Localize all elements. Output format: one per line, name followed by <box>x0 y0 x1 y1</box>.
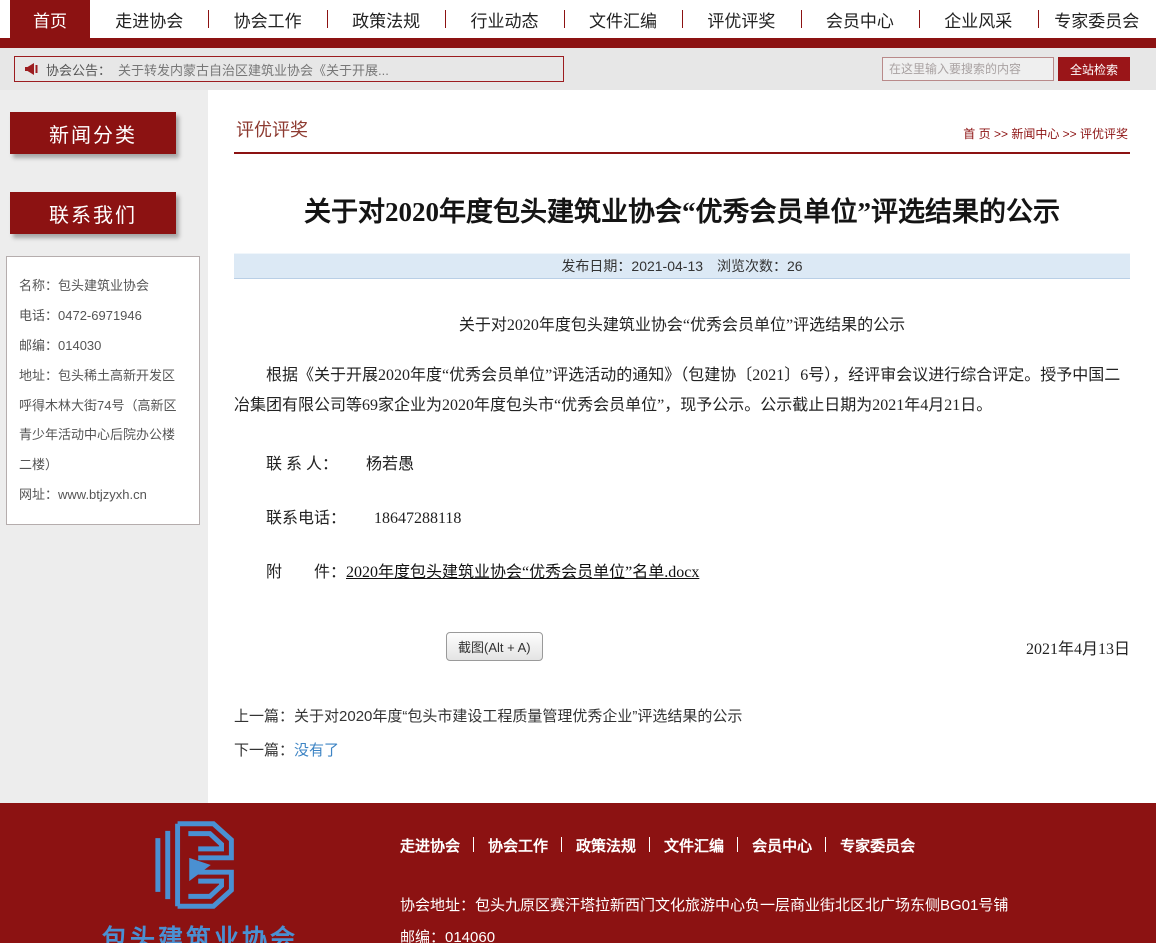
footer-logo-title: 包头建筑业协会 <box>102 919 298 943</box>
nav-item[interactable]: 首页 <box>10 0 90 38</box>
content-panel: 评优评奖 首 页 >> 新闻中心 >> 评优评奖 关于对2020年度包头建筑业协… <box>208 90 1156 803</box>
footer-address: 协会地址：包头九原区赛汗塔拉新西门文化旅游中心负一层商业街北区北广场东侧BG01… <box>400 894 1156 915</box>
footer-zip: 邮编：014060 <box>400 926 1156 943</box>
site-footer: 包头建筑业协会 Baotou Construction Industry Ass… <box>0 803 1156 943</box>
article-subtitle: 关于对2020年度包头建筑业协会“优秀会员单位”评选结果的公示 <box>234 311 1130 335</box>
section-title: 评优评奖 <box>236 116 308 142</box>
footer-link[interactable]: 协会工作 <box>474 835 562 856</box>
footer-links: 走进协会协会工作政策法规文件汇编会员中心专家委员会 <box>400 835 1156 856</box>
sidebar-contact-button[interactable]: 联系我们 <box>10 192 176 234</box>
footer-info: 走进协会协会工作政策法规文件汇编会员中心专家委员会 协会地址：包头九原区赛汗塔拉… <box>400 803 1156 943</box>
sidebar-news-category-button[interactable]: 新闻分类 <box>10 112 176 154</box>
breadcrumb[interactable]: 首 页 >> 新闻中心 >> 评优评奖 <box>963 125 1128 142</box>
footer-link[interactable]: 专家委员会 <box>826 835 929 856</box>
next-article-row: 下一篇：没有了 <box>234 739 1130 760</box>
prev-next-navigation: 上一篇：关于对2020年度“包头市建设工程质量管理优秀企业”评选结果的公示 下一… <box>234 705 1130 760</box>
contact-info-line: 名称：包头建筑业协会 <box>19 271 187 301</box>
contact-info-line: 电话：0472-6971946 <box>19 301 187 331</box>
search-button[interactable]: 全站检索 <box>1058 57 1130 81</box>
attachment-label: 附 件： <box>266 564 346 581</box>
contact-person-row: 联 系 人： 杨若愚 <box>234 450 1130 474</box>
article-body: 根据《关于开展2020年度“优秀会员单位”评选活动的通知》（包建协〔2021〕6… <box>234 361 1130 420</box>
nav-item[interactable]: 政策法规 <box>327 0 445 38</box>
contact-phone-label: 联系电话： <box>266 510 346 527</box>
announcement-bar: 协会公告： 关于转发内蒙古自治区建筑业协会《关于开展... 全站检索 <box>0 48 1156 90</box>
previous-article-label: 上一篇： <box>234 708 294 725</box>
nav-item[interactable]: 专家委员会 <box>1038 0 1156 38</box>
next-article-link[interactable]: 没有了 <box>294 742 339 759</box>
previous-article-link[interactable]: 关于对2020年度“包头市建设工程质量管理优秀企业”评选结果的公示 <box>294 708 742 725</box>
sidebar-contact-info-box: 名称：包头建筑业协会电话：0472-6971946邮编：014030地址：包头稀… <box>6 256 200 525</box>
contact-person-value: 杨若愚 <box>366 456 414 473</box>
contact-info-line: 邮编：014030 <box>19 331 187 361</box>
announcement-label: 协会公告： <box>46 60 111 79</box>
main-layout: 新闻分类 联系我们 名称：包头建筑业协会电话：0472-6971946邮编：01… <box>0 90 1156 803</box>
nav-item[interactable]: 协会工作 <box>208 0 326 38</box>
nav-underline-bar <box>0 38 1156 48</box>
screenshot-button[interactable]: 截图(Alt + A) <box>446 632 543 661</box>
footer-logo-block: 包头建筑业协会 Baotou Construction Industry Ass… <box>0 803 400 943</box>
nav-item[interactable]: 文件汇编 <box>564 0 682 38</box>
article-title: 关于对2020年度包头建筑业协会“优秀会员单位”评选结果的公示 <box>234 190 1130 229</box>
article-action-row: 截图(Alt + A) 2021年4月13日 <box>234 632 1130 661</box>
association-logo-icon <box>144 813 256 917</box>
nav-item[interactable]: 会员中心 <box>801 0 919 38</box>
speaker-icon <box>23 61 39 77</box>
content-header: 评优评奖 首 页 >> 新闻中心 >> 评优评奖 <box>234 90 1130 154</box>
article-meta-bar: 发布日期：2021-04-13 浏览次数：26 <box>234 253 1130 279</box>
nav-item[interactable]: 行业动态 <box>445 0 563 38</box>
top-navigation: 首页走进协会协会工作政策法规行业动态文件汇编评优评奖会员中心企业风采专家委员会 <box>0 0 1156 38</box>
nav-item[interactable]: 走进协会 <box>90 0 208 38</box>
announcement-marquee[interactable]: 协会公告： 关于转发内蒙古自治区建筑业协会《关于开展... <box>14 56 564 82</box>
sidebar: 新闻分类 联系我们 名称：包头建筑业协会电话：0472-6971946邮编：01… <box>0 90 208 803</box>
search-input[interactable] <box>882 57 1054 81</box>
footer-link[interactable]: 走进协会 <box>400 835 474 856</box>
nav-item[interactable]: 评优评奖 <box>682 0 800 38</box>
nav-item[interactable]: 企业风采 <box>919 0 1037 38</box>
footer-link[interactable]: 政策法规 <box>562 835 650 856</box>
contact-phone-row: 联系电话： 18647288118 <box>234 504 1130 528</box>
attachment-link[interactable]: 2020年度包头建筑业协会“优秀会员单位”名单.docx <box>346 564 699 581</box>
contact-info-line: 网址：www.btjzyxh.cn <box>19 480 187 510</box>
attachment-row: 附 件：2020年度包头建筑业协会“优秀会员单位”名单.docx <box>234 558 1130 582</box>
announcement-text[interactable]: 关于转发内蒙古自治区建筑业协会《关于开展... <box>118 60 389 79</box>
footer-link[interactable]: 文件汇编 <box>650 835 738 856</box>
publish-date: 2021年4月13日 <box>1026 635 1130 659</box>
contact-info-line: 地址：包头稀土高新开发区呼得木林大街74号（高新区青少年活动中心后院办公楼二楼） <box>19 361 187 481</box>
next-article-label: 下一篇： <box>234 742 294 759</box>
article: 关于对2020年度包头建筑业协会“优秀会员单位”评选结果的公示 发布日期：202… <box>234 190 1130 661</box>
footer-link[interactable]: 会员中心 <box>738 835 826 856</box>
contact-phone-value: 18647288118 <box>374 510 461 527</box>
contact-person-label: 联 系 人： <box>266 456 338 473</box>
previous-article-row: 上一篇：关于对2020年度“包头市建设工程质量管理优秀企业”评选结果的公示 <box>234 705 1130 726</box>
